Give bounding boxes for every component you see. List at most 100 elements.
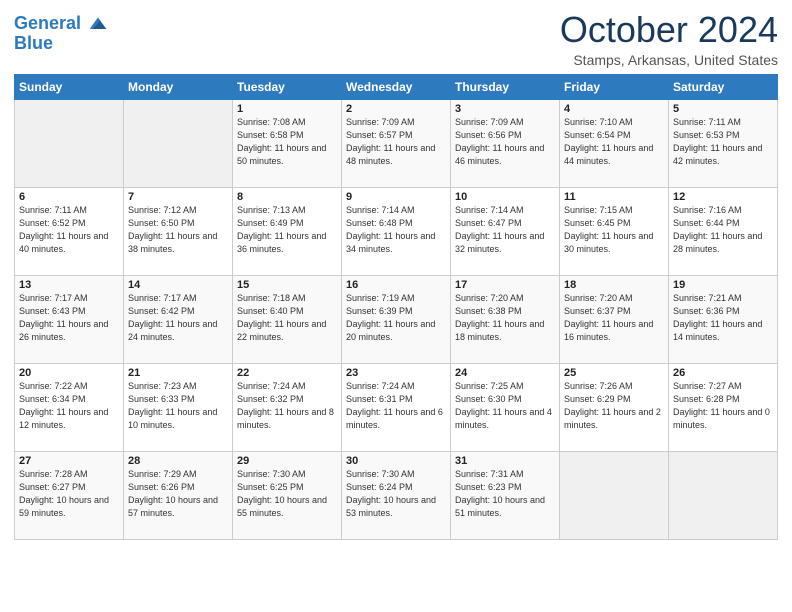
day-number: 29 [237, 455, 337, 467]
calendar-cell: 17Sunrise: 7:20 AMSunset: 6:38 PMDayligh… [451, 275, 560, 363]
day-number: 30 [346, 455, 446, 467]
day-info: Sunrise: 7:14 AMSunset: 6:47 PMDaylight:… [455, 204, 555, 256]
header: General Blue October 2024 Stamps, Arkans… [14, 10, 778, 68]
logo: General Blue [14, 14, 108, 54]
day-number: 16 [346, 279, 446, 291]
day-number: 2 [346, 103, 446, 115]
day-info: Sunrise: 7:23 AMSunset: 6:33 PMDaylight:… [128, 380, 228, 432]
weekday-header: Wednesday [342, 74, 451, 99]
day-info: Sunrise: 7:19 AMSunset: 6:39 PMDaylight:… [346, 292, 446, 344]
weekday-header: Monday [124, 74, 233, 99]
day-info: Sunrise: 7:17 AMSunset: 6:43 PMDaylight:… [19, 292, 119, 344]
day-number: 18 [564, 279, 664, 291]
day-number: 24 [455, 367, 555, 379]
calendar-cell: 1Sunrise: 7:08 AMSunset: 6:58 PMDaylight… [233, 99, 342, 187]
calendar-week-row: 27Sunrise: 7:28 AMSunset: 6:27 PMDayligh… [15, 451, 778, 539]
calendar-cell: 19Sunrise: 7:21 AMSunset: 6:36 PMDayligh… [669, 275, 778, 363]
month-title: October 2024 [560, 10, 778, 50]
calendar-cell: 2Sunrise: 7:09 AMSunset: 6:57 PMDaylight… [342, 99, 451, 187]
day-info: Sunrise: 7:24 AMSunset: 6:31 PMDaylight:… [346, 380, 446, 432]
calendar-cell: 20Sunrise: 7:22 AMSunset: 6:34 PMDayligh… [15, 363, 124, 451]
calendar-cell: 31Sunrise: 7:31 AMSunset: 6:23 PMDayligh… [451, 451, 560, 539]
day-number: 1 [237, 103, 337, 115]
day-number: 22 [237, 367, 337, 379]
logo-blue: Blue [14, 34, 108, 54]
day-info: Sunrise: 7:11 AMSunset: 6:53 PMDaylight:… [673, 116, 773, 168]
calendar-cell: 9Sunrise: 7:14 AMSunset: 6:48 PMDaylight… [342, 187, 451, 275]
calendar-week-row: 6Sunrise: 7:11 AMSunset: 6:52 PMDaylight… [15, 187, 778, 275]
day-info: Sunrise: 7:08 AMSunset: 6:58 PMDaylight:… [237, 116, 337, 168]
day-number: 10 [455, 191, 555, 203]
day-info: Sunrise: 7:25 AMSunset: 6:30 PMDaylight:… [455, 380, 555, 432]
calendar-cell: 8Sunrise: 7:13 AMSunset: 6:49 PMDaylight… [233, 187, 342, 275]
weekday-header: Tuesday [233, 74, 342, 99]
day-number: 17 [455, 279, 555, 291]
calendar-week-row: 1Sunrise: 7:08 AMSunset: 6:58 PMDaylight… [15, 99, 778, 187]
day-info: Sunrise: 7:30 AMSunset: 6:25 PMDaylight:… [237, 468, 337, 520]
calendar-cell: 25Sunrise: 7:26 AMSunset: 6:29 PMDayligh… [560, 363, 669, 451]
day-number: 3 [455, 103, 555, 115]
day-info: Sunrise: 7:28 AMSunset: 6:27 PMDaylight:… [19, 468, 119, 520]
calendar-week-row: 20Sunrise: 7:22 AMSunset: 6:34 PMDayligh… [15, 363, 778, 451]
day-number: 4 [564, 103, 664, 115]
day-number: 15 [237, 279, 337, 291]
calendar-cell: 13Sunrise: 7:17 AMSunset: 6:43 PMDayligh… [15, 275, 124, 363]
calendar-cell: 3Sunrise: 7:09 AMSunset: 6:56 PMDaylight… [451, 99, 560, 187]
day-info: Sunrise: 7:16 AMSunset: 6:44 PMDaylight:… [673, 204, 773, 256]
day-number: 14 [128, 279, 228, 291]
calendar-week-row: 13Sunrise: 7:17 AMSunset: 6:43 PMDayligh… [15, 275, 778, 363]
day-info: Sunrise: 7:26 AMSunset: 6:29 PMDaylight:… [564, 380, 664, 432]
location-subtitle: Stamps, Arkansas, United States [560, 52, 778, 68]
calendar-cell: 18Sunrise: 7:20 AMSunset: 6:37 PMDayligh… [560, 275, 669, 363]
day-number: 19 [673, 279, 773, 291]
calendar-cell: 28Sunrise: 7:29 AMSunset: 6:26 PMDayligh… [124, 451, 233, 539]
day-number: 28 [128, 455, 228, 467]
calendar-cell: 30Sunrise: 7:30 AMSunset: 6:24 PMDayligh… [342, 451, 451, 539]
day-info: Sunrise: 7:09 AMSunset: 6:57 PMDaylight:… [346, 116, 446, 168]
weekday-header: Thursday [451, 74, 560, 99]
day-info: Sunrise: 7:24 AMSunset: 6:32 PMDaylight:… [237, 380, 337, 432]
day-info: Sunrise: 7:11 AMSunset: 6:52 PMDaylight:… [19, 204, 119, 256]
calendar-cell: 15Sunrise: 7:18 AMSunset: 6:40 PMDayligh… [233, 275, 342, 363]
calendar-page: General Blue October 2024 Stamps, Arkans… [0, 0, 792, 612]
calendar-cell: 5Sunrise: 7:11 AMSunset: 6:53 PMDaylight… [669, 99, 778, 187]
calendar-cell: 27Sunrise: 7:28 AMSunset: 6:27 PMDayligh… [15, 451, 124, 539]
day-number: 25 [564, 367, 664, 379]
calendar-cell: 14Sunrise: 7:17 AMSunset: 6:42 PMDayligh… [124, 275, 233, 363]
day-number: 27 [19, 455, 119, 467]
day-number: 26 [673, 367, 773, 379]
day-number: 7 [128, 191, 228, 203]
day-info: Sunrise: 7:17 AMSunset: 6:42 PMDaylight:… [128, 292, 228, 344]
calendar-cell: 21Sunrise: 7:23 AMSunset: 6:33 PMDayligh… [124, 363, 233, 451]
calendar-cell: 23Sunrise: 7:24 AMSunset: 6:31 PMDayligh… [342, 363, 451, 451]
calendar-cell: 29Sunrise: 7:30 AMSunset: 6:25 PMDayligh… [233, 451, 342, 539]
day-info: Sunrise: 7:12 AMSunset: 6:50 PMDaylight:… [128, 204, 228, 256]
day-number: 9 [346, 191, 446, 203]
calendar-cell [124, 99, 233, 187]
day-info: Sunrise: 7:30 AMSunset: 6:24 PMDaylight:… [346, 468, 446, 520]
day-number: 8 [237, 191, 337, 203]
day-number: 31 [455, 455, 555, 467]
calendar-cell: 4Sunrise: 7:10 AMSunset: 6:54 PMDaylight… [560, 99, 669, 187]
calendar-cell: 7Sunrise: 7:12 AMSunset: 6:50 PMDaylight… [124, 187, 233, 275]
day-info: Sunrise: 7:18 AMSunset: 6:40 PMDaylight:… [237, 292, 337, 344]
calendar-cell: 22Sunrise: 7:24 AMSunset: 6:32 PMDayligh… [233, 363, 342, 451]
day-number: 6 [19, 191, 119, 203]
day-info: Sunrise: 7:09 AMSunset: 6:56 PMDaylight:… [455, 116, 555, 168]
calendar-table: SundayMondayTuesdayWednesdayThursdayFrid… [14, 74, 778, 540]
calendar-cell: 12Sunrise: 7:16 AMSunset: 6:44 PMDayligh… [669, 187, 778, 275]
day-info: Sunrise: 7:13 AMSunset: 6:49 PMDaylight:… [237, 204, 337, 256]
weekday-header: Saturday [669, 74, 778, 99]
day-info: Sunrise: 7:20 AMSunset: 6:37 PMDaylight:… [564, 292, 664, 344]
calendar-cell: 11Sunrise: 7:15 AMSunset: 6:45 PMDayligh… [560, 187, 669, 275]
day-number: 23 [346, 367, 446, 379]
day-info: Sunrise: 7:10 AMSunset: 6:54 PMDaylight:… [564, 116, 664, 168]
day-number: 11 [564, 191, 664, 203]
day-number: 12 [673, 191, 773, 203]
day-info: Sunrise: 7:15 AMSunset: 6:45 PMDaylight:… [564, 204, 664, 256]
title-area: October 2024 Stamps, Arkansas, United St… [560, 10, 778, 68]
calendar-cell: 6Sunrise: 7:11 AMSunset: 6:52 PMDaylight… [15, 187, 124, 275]
day-number: 13 [19, 279, 119, 291]
logo-text: General [14, 14, 108, 34]
day-info: Sunrise: 7:14 AMSunset: 6:48 PMDaylight:… [346, 204, 446, 256]
